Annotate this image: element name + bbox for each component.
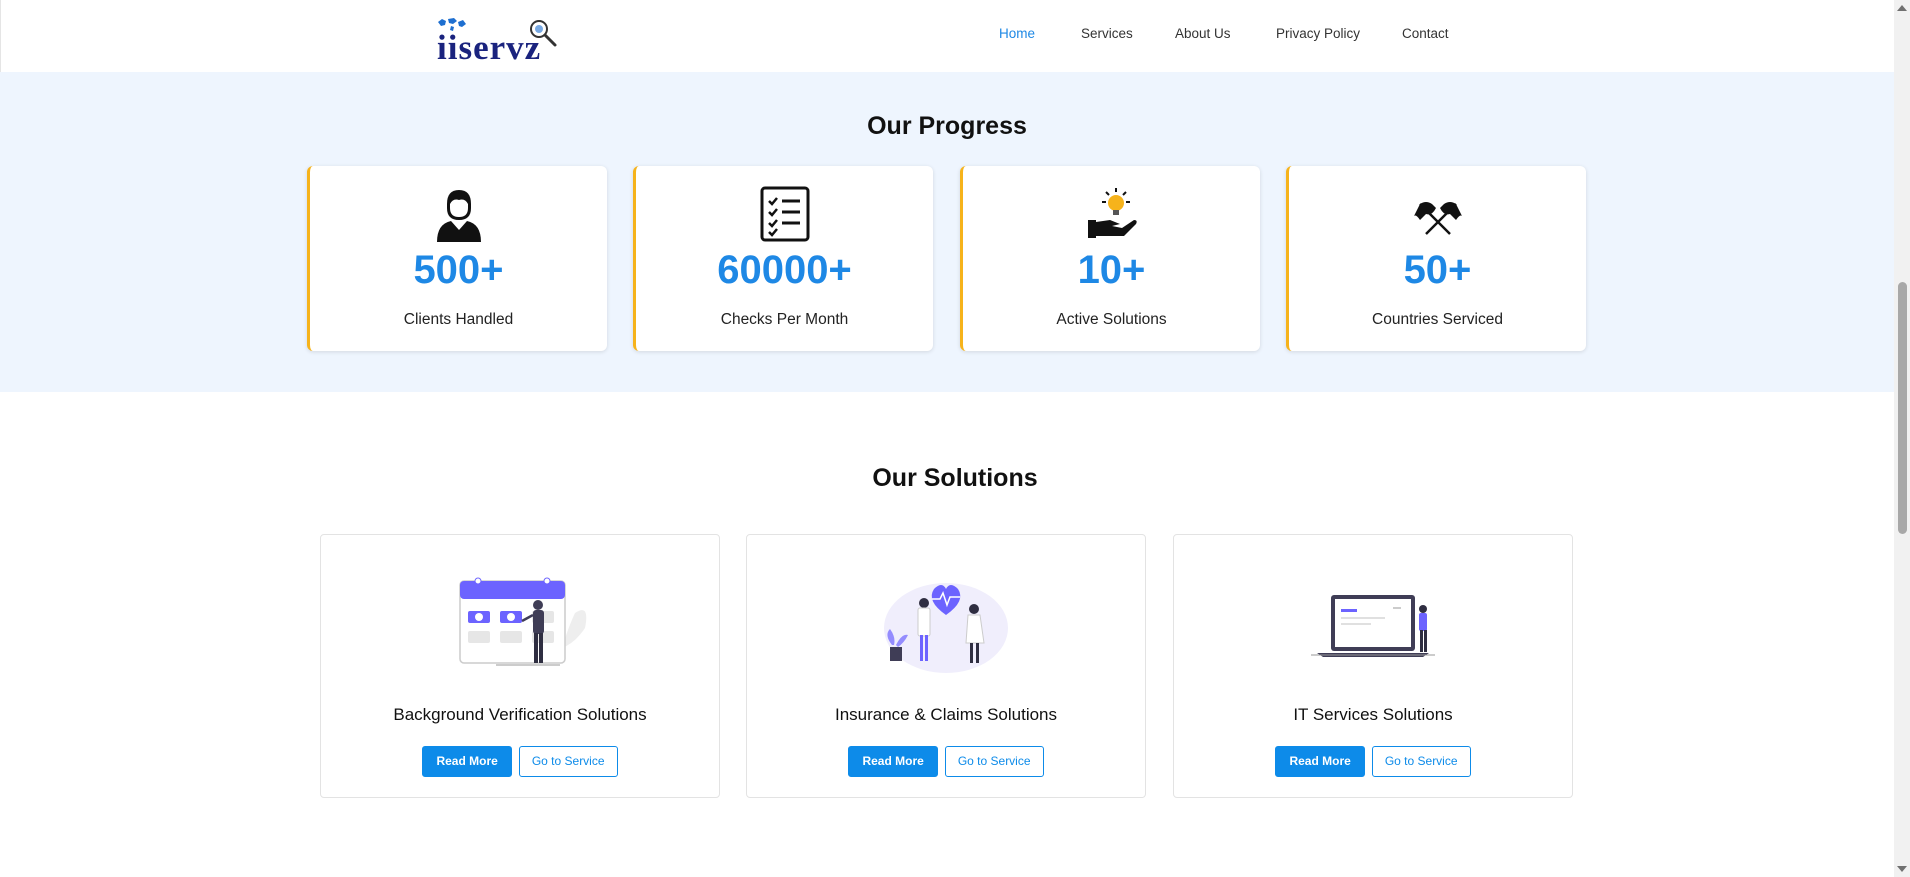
laptop-person-illustration: [1311, 595, 1435, 657]
main-nav: Home Services About Us Privacy Policy Co…: [1, 26, 1894, 46]
stat-value: 10+: [1077, 248, 1146, 292]
read-more-button[interactable]: Read More: [1275, 746, 1365, 777]
solution-title: Insurance & Claims Solutions: [834, 705, 1058, 724]
site-header: iiservz Home Services About Us Privacy P…: [0, 0, 1894, 72]
stat-label: Active Solutions: [1056, 311, 1167, 328]
stat-label: Clients Handled: [403, 311, 514, 328]
scroll-up-arrow-icon[interactable]: [1897, 5, 1907, 11]
stat-value: 50+: [1403, 248, 1472, 292]
solution-card-insurance-claims: Insurance & Claims Solutions Read More G…: [746, 534, 1146, 798]
page-scrollbar[interactable]: [1894, 0, 1910, 877]
solution-title: Background Verification Solutions: [393, 705, 647, 724]
stat-card-solutions: 10+ Active Solutions: [960, 166, 1260, 351]
idea-hand-icon: [1087, 188, 1137, 238]
progress-title: Our Progress: [867, 112, 1027, 140]
nav-home[interactable]: Home: [999, 26, 1035, 41]
read-more-button[interactable]: Read More: [422, 746, 512, 777]
solution-title: IT Services Solutions: [1293, 705, 1453, 724]
progress-section: Our Progress 500+ Clients Handled 60000+…: [0, 72, 1894, 392]
go-to-service-button[interactable]: Go to Service: [944, 746, 1044, 777]
solution-card-it-services: IT Services Solutions Read More Go to Se…: [1173, 534, 1573, 798]
checklist-icon: [760, 186, 809, 242]
nav-privacy-policy[interactable]: Privacy Policy: [1276, 26, 1360, 41]
stat-value: 60000+: [717, 248, 852, 292]
stat-card-clients: 500+ Clients Handled: [307, 166, 607, 351]
solutions-title: Our Solutions: [872, 464, 1038, 492]
doctors-heart-illustration: [884, 583, 1008, 673]
nav-services[interactable]: Services: [1081, 26, 1133, 41]
flags-icon: [1413, 202, 1462, 235]
calendar-person-illustration: [459, 577, 587, 666]
stat-label: Checks Per Month: [720, 311, 849, 328]
stat-card-countries: 50+ Countries Serviced: [1286, 166, 1586, 351]
person-icon: [436, 190, 481, 242]
read-more-button[interactable]: Read More: [848, 746, 938, 777]
scrollbar-thumb[interactable]: [1898, 282, 1907, 534]
stat-card-checks: 60000+ Checks Per Month: [633, 166, 933, 351]
scroll-down-arrow-icon[interactable]: [1897, 866, 1907, 872]
stat-label: Countries Serviced: [1372, 311, 1503, 328]
nav-about-us[interactable]: About Us: [1175, 26, 1231, 41]
solution-card-background-verification: Background Verification Solutions Read M…: [320, 534, 720, 798]
go-to-service-button[interactable]: Go to Service: [518, 746, 618, 777]
stat-value: 500+: [413, 248, 504, 292]
nav-contact[interactable]: Contact: [1402, 26, 1449, 41]
go-to-service-button[interactable]: Go to Service: [1371, 746, 1471, 777]
